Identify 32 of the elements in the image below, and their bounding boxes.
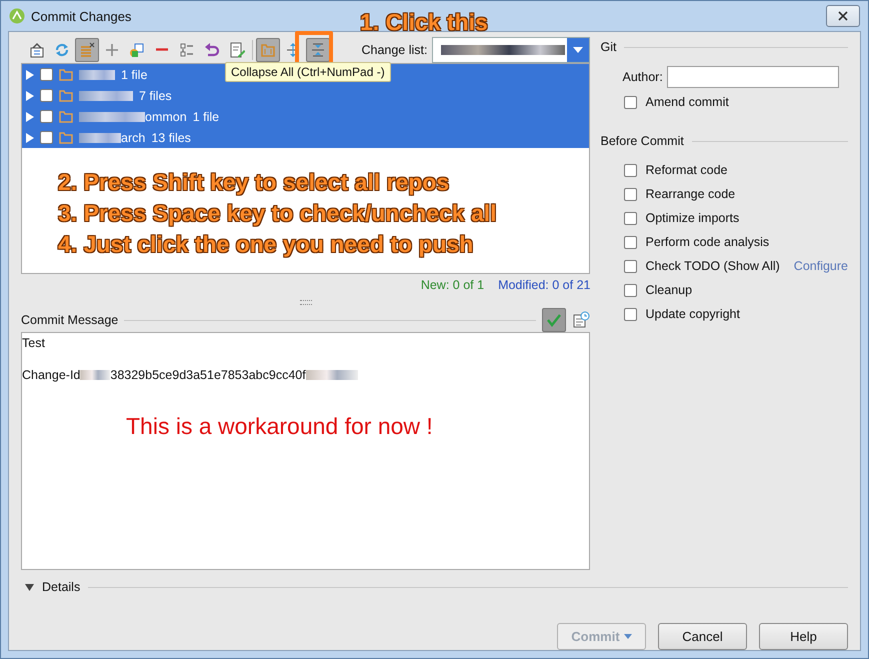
- checkbox-label: Perform code analysis: [645, 235, 770, 249]
- file-count: 1 file: [192, 110, 220, 124]
- module-name: ommon: [145, 110, 187, 124]
- annotation-text: 1. Click this: [360, 8, 488, 37]
- message-text: Test: [22, 335, 45, 351]
- author-label: Author:: [622, 70, 663, 84]
- section-title: Git: [600, 40, 616, 54]
- annotation-text: 2. Press Shift key to select all repos: [58, 168, 450, 197]
- new-count: New: 0 of 1: [420, 278, 484, 292]
- tooltip: Collapse All (Ctrl+NumPad -): [225, 62, 391, 82]
- checkbox-label: Cleanup: [645, 283, 692, 297]
- checkbox-label: Update copyright: [645, 307, 740, 321]
- checkbox-label: Optimize imports: [645, 211, 740, 225]
- details-label: Details: [42, 580, 80, 594]
- window-title: Commit Changes: [31, 8, 132, 24]
- module-name: arch: [121, 130, 146, 144]
- message-text: 38329b5ce9d3a51e7853abc9cc40f: [110, 367, 306, 383]
- message-text: Change-Id: [22, 367, 80, 383]
- checkbox-label: Amend commit: [645, 95, 729, 109]
- checkbox-label: Rearrange code: [645, 187, 736, 201]
- file-count: 7 files: [139, 88, 172, 102]
- file-count: 13 files: [151, 130, 191, 144]
- annotation-text: This is a workaround for now !: [126, 413, 434, 440]
- file-count: 1 file: [121, 68, 148, 82]
- annotation-text: 4. Just click the one you need to push: [58, 230, 474, 259]
- commit-message-label: Commit Message: [21, 313, 118, 327]
- section-title: Before Commit: [600, 134, 684, 148]
- annotation-text: 3. Press Space key to check/uncheck all: [58, 199, 498, 228]
- change-list-label: Change list:: [361, 42, 428, 56]
- checkbox-label: Reformat code: [645, 163, 728, 177]
- checkbox-label: Check TODO (Show All): [645, 259, 780, 273]
- modified-count: Modified: 0 of 21: [498, 278, 590, 292]
